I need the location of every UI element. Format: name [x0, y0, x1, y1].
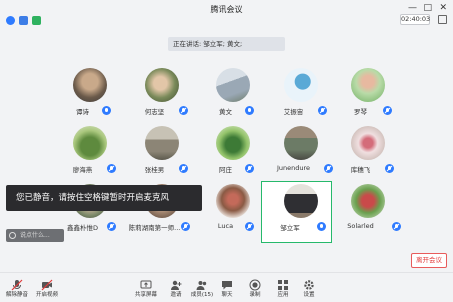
leave-meeting-button[interactable]: 离开会议 [411, 253, 447, 268]
close-icon[interactable]: ✕ [439, 3, 447, 13]
participant-tile[interactable]: 张桂男 [127, 126, 197, 188]
info-icon[interactable] [6, 16, 15, 25]
signal-icon [32, 16, 41, 25]
participant-tile[interactable]: 罗琴 [333, 68, 403, 130]
avatar [73, 68, 107, 102]
mic-muted-icon [179, 106, 188, 115]
participant-tile[interactable]: Luca [198, 184, 268, 246]
chat-placeholder: 说点什么... [20, 232, 50, 239]
chat-input[interactable]: 说点什么... [6, 229, 64, 242]
mic-muted-icon [245, 222, 254, 231]
avatar [351, 126, 385, 160]
participant-name: 廖海燕 [72, 166, 93, 174]
share-screen-button[interactable]: 共享屏幕 [131, 276, 161, 302]
avatar [351, 68, 385, 102]
window-title: 腾讯会议 [210, 5, 243, 14]
mic-icon [317, 222, 326, 231]
layout-icon[interactable] [438, 15, 447, 24]
participant-tile[interactable]: 谭诗 [55, 68, 125, 130]
avatar [284, 68, 318, 102]
mic-icon [102, 106, 111, 115]
avatar [145, 126, 179, 160]
participant-name: 张桂男 [144, 166, 165, 174]
gear-icon [303, 276, 315, 290]
mic-muted-icon [383, 106, 392, 115]
participant-tile[interactable]: 邹立军 [262, 184, 332, 246]
mic-icon [245, 106, 254, 115]
participant-name: 何志坚 [144, 108, 165, 116]
record-icon [249, 276, 261, 291]
mic-muted-icon [392, 222, 401, 231]
camera-off-icon [41, 276, 53, 291]
unmute-label: 解除静音 [5, 292, 28, 298]
participant-name: 陈莉湖南第一师... [128, 224, 181, 232]
settings-button[interactable]: 设置 [294, 276, 324, 302]
mic-muted-icon [11, 276, 23, 291]
participant-name: Junendure [276, 164, 311, 172]
avatar [284, 184, 318, 218]
speaking-banner: 正在讲话: 邹立军; 黄文; [168, 37, 285, 51]
participant-name: 邹立军 [280, 224, 300, 232]
share-screen-icon [140, 276, 152, 289]
participant-tile[interactable]: 何志坚 [127, 68, 197, 130]
mic-muted-icon [179, 164, 188, 173]
participant-name: Solarled [347, 222, 374, 230]
record-button[interactable]: 录制 [240, 276, 270, 302]
chat-button[interactable]: 聊天 [212, 276, 242, 302]
mic-muted-icon [107, 222, 116, 231]
title-bar: 腾讯会议 — □ ✕ 02:40:03 [0, 0, 453, 28]
share-label: 共享屏幕 [134, 292, 157, 298]
settings-label: 设置 [303, 292, 315, 298]
participant-tile[interactable]: 库穗飞 [333, 126, 403, 188]
chat-label: 聊天 [221, 292, 233, 298]
mic-muted-icon [107, 164, 116, 173]
unmute-button[interactable]: 解除静音 [2, 276, 32, 302]
chat-bubble-icon [9, 232, 16, 239]
mic-muted-icon [318, 106, 327, 115]
avatar [284, 126, 318, 160]
minimize-icon[interactable]: — [408, 3, 417, 13]
video-label: 开启视频 [35, 292, 58, 298]
avatar [216, 126, 250, 160]
meeting-timer: 02:40:03 [400, 14, 431, 25]
participant-tile[interactable]: 黄文 [198, 68, 268, 130]
maximize-icon[interactable]: □ [423, 3, 432, 13]
chat-icon [221, 276, 233, 290]
participant-name: 艾振宙 [283, 108, 304, 116]
members-icon [196, 276, 208, 290]
participant-name: 库穗飞 [350, 166, 371, 174]
shield-icon[interactable] [19, 16, 28, 25]
avatar [351, 184, 385, 218]
record-label: 录制 [249, 292, 261, 298]
participant-tile[interactable]: 阿庄 [198, 126, 268, 188]
mic-muted-icon [385, 164, 394, 173]
bottom-toolbar: 解除静音 开启视频 共享屏幕 邀请 成员(15) 聊天 录制 应用 设置 [0, 272, 453, 302]
video-button[interactable]: 开启视频 [32, 276, 62, 302]
avatar [73, 126, 107, 160]
mute-toast: 您已静音，请按住空格键暂时开启麦克风 [6, 185, 202, 211]
avatar [216, 68, 250, 102]
avatar [145, 68, 179, 102]
apps-grid-icon [277, 276, 289, 290]
add-user-icon [170, 276, 182, 290]
mic-muted-icon [245, 164, 254, 173]
participant-tile[interactable]: Solarled [333, 184, 403, 246]
participant-tile[interactable]: 艾振宙 [266, 68, 336, 130]
avatar [216, 184, 250, 218]
mic-muted-icon [181, 222, 190, 231]
participant-tile[interactable]: Junendure [266, 126, 336, 188]
participant-tile[interactable]: 廖海燕 [55, 126, 125, 188]
